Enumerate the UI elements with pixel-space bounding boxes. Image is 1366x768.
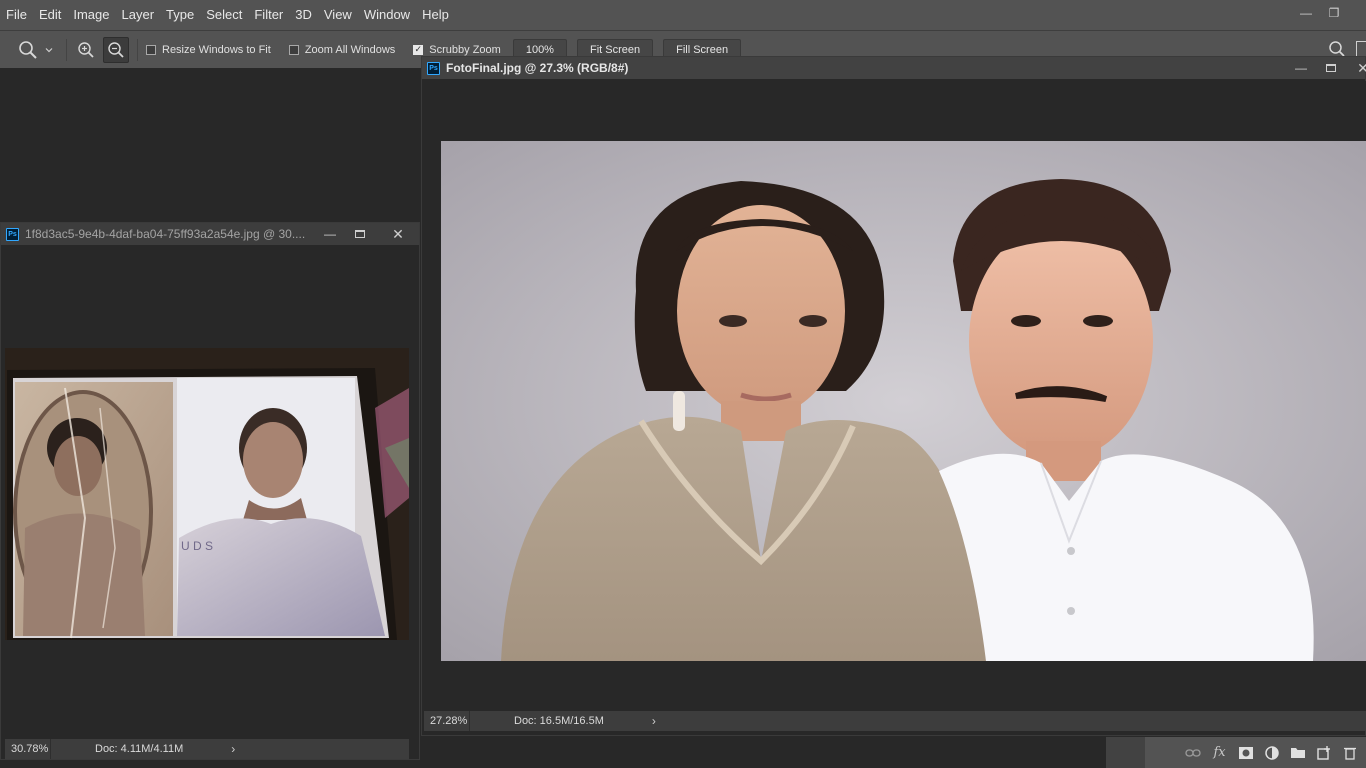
- maximize-button[interactable]: [1318, 57, 1344, 79]
- document-canvas[interactable]: U D S: [5, 247, 409, 739]
- zoom-out-button[interactable]: [103, 36, 129, 63]
- separator: [66, 38, 67, 61]
- zoom-in-button[interactable]: [73, 37, 99, 63]
- menu-help[interactable]: Help: [416, 0, 455, 30]
- document-title-bar[interactable]: Ps FotoFinal.jpg @ 27.3% (RGB/8#) — ✕: [422, 57, 1366, 79]
- document-canvas[interactable]: [424, 81, 1366, 711]
- document-title-bar[interactable]: Ps 1f8d3ac5-9e4b-4daf-ba04-75ff93a2a54e.…: [1, 223, 419, 245]
- menu-select[interactable]: Select: [200, 0, 248, 30]
- checkbox-box[interactable]: [288, 44, 299, 55]
- svg-text:U D S: U D S: [181, 539, 213, 553]
- menu-window[interactable]: Window: [358, 0, 416, 30]
- minimize-button[interactable]: —: [317, 223, 343, 245]
- document-title: FotoFinal.jpg @ 27.3% (RGB/8#): [446, 61, 629, 75]
- status-bar: 30.78% Doc: 4.11M/4.11M ›: [5, 739, 409, 759]
- zoom-all-windows-checkbox[interactable]: Zoom All Windows: [288, 43, 396, 56]
- workspace: Ps 1f8d3ac5-9e4b-4daf-ba04-75ff93a2a54e.…: [0, 56, 1366, 768]
- status-menu-arrow[interactable]: ›: [652, 714, 656, 728]
- photoshop-document-icon: Ps: [427, 61, 440, 75]
- menu-edit[interactable]: Edit: [33, 0, 67, 30]
- mask-icon[interactable]: [1235, 741, 1256, 765]
- trash-icon[interactable]: [1340, 741, 1361, 765]
- workspace-icon[interactable]: [1356, 41, 1366, 57]
- checkbox-check-icon[interactable]: ✓: [413, 44, 424, 55]
- zoom-icon: [19, 40, 37, 59]
- empty-dock-area: [0, 68, 420, 224]
- menu-view[interactable]: View: [318, 0, 358, 30]
- document-title: 1f8d3ac5-9e4b-4daf-ba04-75ff93a2a54e.jpg…: [25, 227, 306, 241]
- menu-type[interactable]: Type: [160, 0, 200, 30]
- menu-layer[interactable]: Layer: [116, 0, 161, 30]
- menu-image[interactable]: Image: [67, 0, 115, 30]
- status-bar: 27.28% Doc: 16.5M/16.5M ›: [424, 711, 1366, 731]
- photoshop-document-icon: Ps: [6, 227, 19, 241]
- folder-icon[interactable]: [1288, 741, 1309, 765]
- document-size: Doc: 16.5M/16.5M: [514, 715, 604, 727]
- final-photo-frame: [441, 141, 1366, 661]
- zoom-level[interactable]: 30.78%: [5, 739, 51, 759]
- close-button[interactable]: ✕: [1350, 57, 1366, 79]
- menu-filter[interactable]: Filter: [248, 0, 289, 30]
- tool-preset-picker[interactable]: [18, 40, 54, 60]
- zoom-out-icon: [108, 41, 124, 58]
- panel-spacer: [1106, 737, 1145, 768]
- scrubby-zoom-checkbox[interactable]: ✓ Scrubby Zoom: [413, 44, 501, 56]
- adjustment-icon[interactable]: [1261, 741, 1282, 765]
- document-window-final[interactable]: Ps FotoFinal.jpg @ 27.3% (RGB/8#) — ✕ 27…: [421, 56, 1366, 736]
- original-photo-image: U D S: [5, 348, 409, 640]
- zoom-level[interactable]: 27.28%: [424, 711, 470, 731]
- document-size: Doc: 4.11M/4.11M: [95, 743, 184, 755]
- final-photo-image: [441, 141, 1366, 661]
- document-window-original[interactable]: Ps 1f8d3ac5-9e4b-4daf-ba04-75ff93a2a54e.…: [0, 222, 420, 760]
- original-photo-frame: U D S: [5, 348, 409, 640]
- fx-icon[interactable]: fx: [1209, 741, 1230, 765]
- resize-windows-label: Resize Windows to Fit: [162, 43, 271, 56]
- new-layer-icon[interactable]: [1314, 741, 1335, 765]
- menu-file[interactable]: File: [0, 0, 33, 30]
- minimize-button[interactable]: —: [1288, 57, 1314, 79]
- maximize-button[interactable]: [347, 223, 373, 245]
- chevron-down-icon: [45, 47, 53, 52]
- maximize-icon: [355, 230, 365, 238]
- layers-panel-footer: fx: [1106, 737, 1366, 768]
- app-minimize-button[interactable]: —: [1294, 5, 1318, 21]
- menu-3d[interactable]: 3D: [289, 0, 318, 30]
- zoom-all-windows-label: Zoom All Windows: [304, 43, 396, 56]
- separator: [137, 38, 138, 61]
- checkbox-box[interactable]: [146, 44, 156, 55]
- app-restore-button[interactable]: ❐: [1322, 5, 1346, 21]
- zoom-in-icon: [78, 41, 94, 58]
- scrubby-zoom-label: Scrubby Zoom: [429, 43, 501, 56]
- menu-bar: File Edit Image Layer Type Select Filter…: [0, 0, 1366, 30]
- link-icon[interactable]: [1183, 741, 1204, 765]
- resize-windows-checkbox[interactable]: Resize Windows to Fit: [146, 44, 271, 56]
- maximize-icon: [1326, 64, 1336, 72]
- close-button[interactable]: ✕: [385, 223, 411, 245]
- status-menu-arrow[interactable]: ›: [231, 742, 235, 756]
